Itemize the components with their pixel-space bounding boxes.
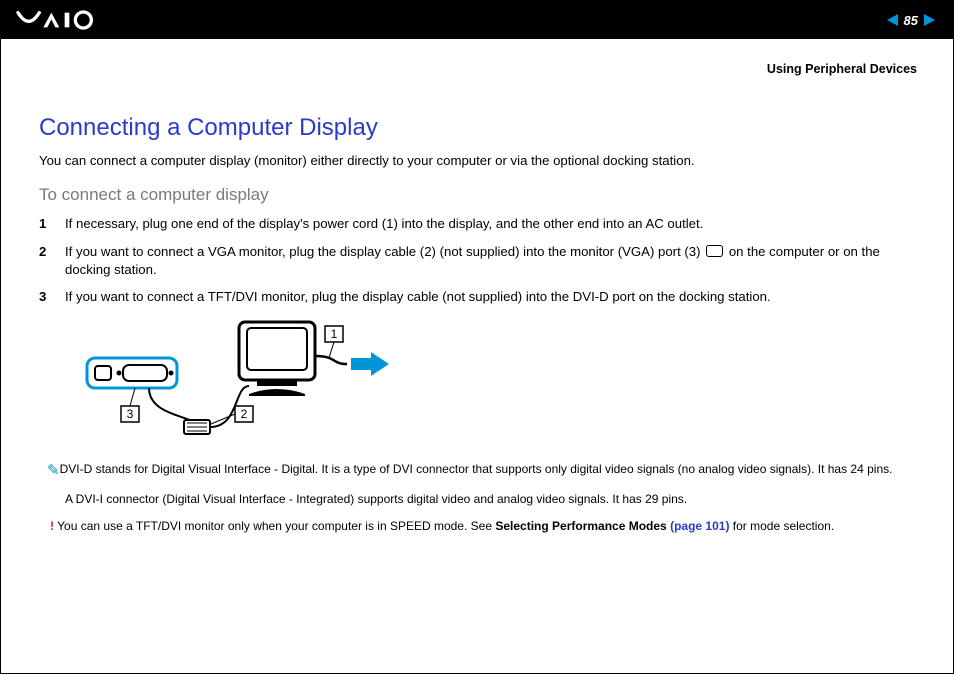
subheading: To connect a computer display [39,184,917,207]
page-title: Connecting a Computer Display [39,112,917,144]
page-body: Using Peripheral Devices Connecting a Co… [1,39,953,534]
step-item: 3 If you want to connect a TFT/DVI monit… [39,288,917,306]
page-navigation: 85 [887,13,935,28]
step-item: 1 If necessary, plug one end of the disp… [39,215,917,233]
diagram-label-3: 3 [127,407,134,421]
page-number: 85 [904,13,918,28]
document-page: 85 Using Peripheral Devices Connecting a… [0,0,954,674]
diagram-label-2: 2 [241,407,248,421]
step-text: If you want to connect a TFT/DVI monitor… [65,288,771,306]
step-list: 1 If necessary, plug one end of the disp… [39,215,917,306]
warning-text: You can use a TFT/DVI monitor only when … [57,519,834,533]
note-dvii: A DVI-I connector (Digital Visual Interf… [65,491,917,507]
connection-diagram: 3 2 [79,316,917,451]
vga-port-icon [706,245,723,257]
step-text: If you want to connect a VGA monitor, pl… [65,243,917,279]
step-number: 3 [39,288,51,306]
header-bar: 85 [1,1,953,39]
step-text: If necessary, plug one end of the displa… [65,215,703,233]
step-number: 1 [39,215,51,233]
intro-text: You can connect a computer display (moni… [39,152,917,170]
vaio-logo [15,10,125,30]
step-number: 2 [39,243,51,279]
prev-page-button[interactable] [887,14,898,26]
note-icon: ✎ [47,461,60,481]
note-block: ✎DVI-D stands for Digital Visual Interfa… [65,461,917,534]
step-item: 2 If you want to connect a VGA monitor, … [39,243,917,279]
section-label: Using Peripheral Devices [39,61,917,78]
warning-icon: ! [50,518,54,534]
note-dvid: DVI-D stands for Digital Visual Interfac… [60,462,893,476]
next-page-button[interactable] [924,14,935,26]
diagram-label-1: 1 [331,327,338,341]
page-link[interactable]: (page 101) [670,519,729,533]
